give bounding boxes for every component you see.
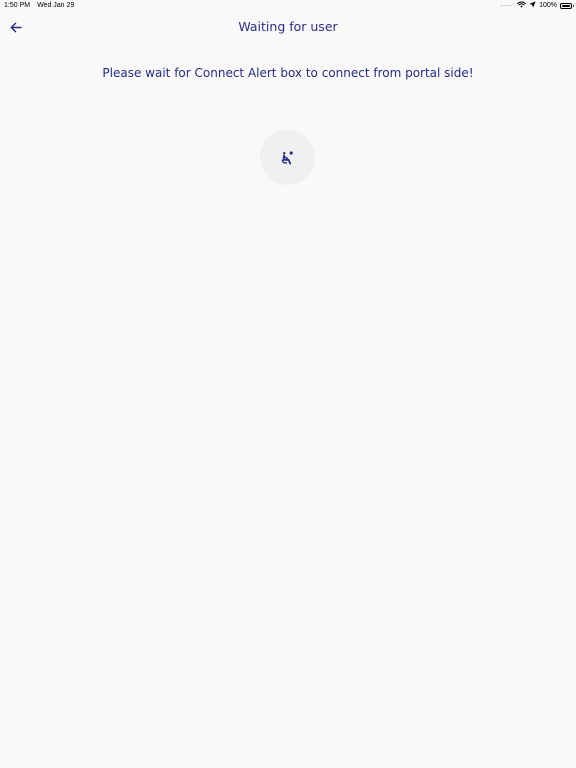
status-time: 1:50 PM <box>4 2 31 9</box>
cellular-signal-icon <box>501 4 513 7</box>
status-date: Wed Jan 29 <box>37 2 75 9</box>
waiting-message: Please wait for Connect Alert box to con… <box>102 66 474 80</box>
battery-full-icon <box>560 2 574 9</box>
status-left: 1:50 PM Wed Jan 29 <box>4 2 81 9</box>
location-arrow-icon <box>529 1 536 10</box>
status-bar: 1:50 PM Wed Jan 29 100% <box>0 0 576 12</box>
seated-person-icon <box>281 150 293 164</box>
navigation-bar: Waiting for user <box>0 12 576 42</box>
waiting-status-indicator <box>260 130 315 185</box>
wifi-icon <box>517 1 526 10</box>
status-right: 100% <box>501 1 574 10</box>
page-title: Waiting for user <box>238 19 338 34</box>
battery-percent: 100% <box>539 2 557 9</box>
